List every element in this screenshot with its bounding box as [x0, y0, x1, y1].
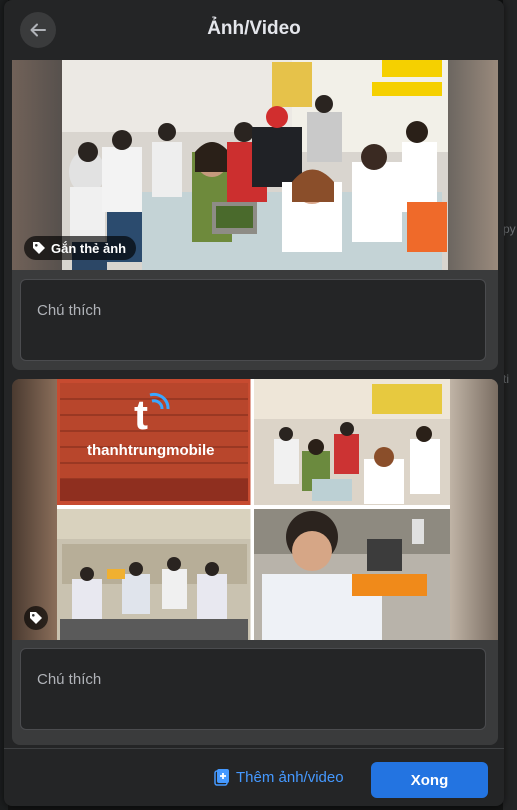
- media-item: t thanhtrungmobile Chú thích: [12, 379, 498, 745]
- tag-photo-label: Gắn thẻ ảnh: [51, 240, 127, 256]
- media-list[interactable]: Gắn thẻ ảnh Chú thích t thanhtrungmobile…: [12, 60, 498, 748]
- background-text: ti: [503, 372, 509, 386]
- dialog-footer: Thêm ảnh/video Xong: [4, 748, 504, 806]
- tag-icon: [33, 242, 45, 254]
- media-dialog: Ảnh/Video Gắn thẻ ảnh Chú thích t thanht…: [4, 0, 504, 806]
- tag-icon: [30, 612, 42, 624]
- background-page-right: py ti: [503, 0, 517, 810]
- add-photo-icon: [214, 769, 229, 786]
- background-text: py: [503, 222, 516, 236]
- caption-input[interactable]: Chú thích: [20, 648, 486, 730]
- done-button[interactable]: Xong: [371, 762, 488, 798]
- photo[interactable]: t thanhtrungmobile: [12, 379, 498, 640]
- photo[interactable]: Gắn thẻ ảnh: [12, 60, 498, 270]
- svg-text:t: t: [134, 391, 148, 438]
- tag-photo-button[interactable]: [24, 606, 48, 630]
- store-sign-text: thanhtrungmobile: [87, 442, 215, 459]
- caption-placeholder: Chú thích: [37, 671, 102, 688]
- dialog-title: Ảnh/Video: [207, 18, 301, 39]
- caption-placeholder: Chú thích: [37, 302, 102, 319]
- tag-photo-button[interactable]: Gắn thẻ ảnh: [24, 236, 137, 260]
- dialog-header: Ảnh/Video: [4, 0, 504, 60]
- add-photo-video-label: Thêm ảnh/video: [236, 768, 344, 786]
- media-item: Gắn thẻ ảnh Chú thích: [12, 60, 498, 370]
- caption-input[interactable]: Chú thích: [20, 279, 486, 361]
- add-photo-video-button[interactable]: Thêm ảnh/video: [214, 768, 344, 786]
- photo-collage: t thanhtrungmobile: [12, 379, 498, 640]
